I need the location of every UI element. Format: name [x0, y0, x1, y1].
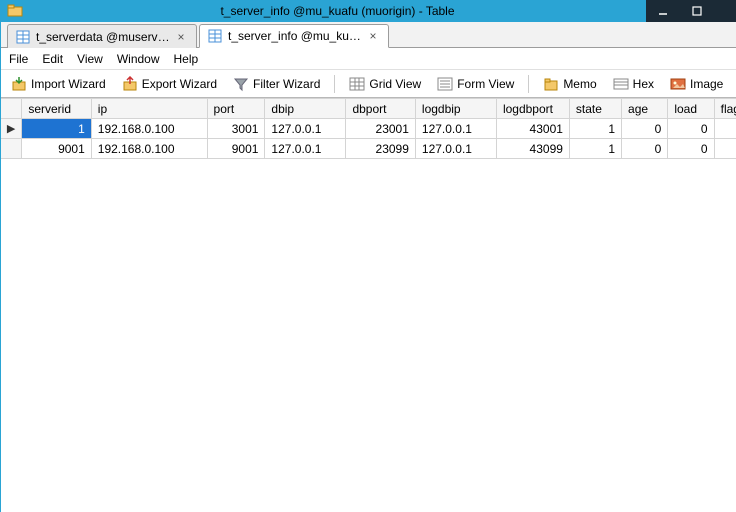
cell-dbport[interactable]: 23099: [346, 139, 415, 159]
col-ip[interactable]: ip: [91, 99, 207, 119]
button-label: Memo: [563, 77, 596, 91]
button-label: Filter Wizard: [253, 77, 320, 91]
import-icon: [11, 76, 27, 92]
cell-ip[interactable]: 192.168.0.100: [91, 119, 207, 139]
menu-edit[interactable]: Edit: [42, 52, 63, 66]
hex-button[interactable]: Hex: [609, 74, 658, 94]
menu-window[interactable]: Window: [117, 52, 160, 66]
cell-logdbip[interactable]: 127.0.0.1: [415, 119, 496, 139]
grid-icon: [349, 76, 365, 92]
tab-label: t_server_info @mu_kuaf…: [228, 29, 362, 43]
button-label: Image: [690, 77, 723, 91]
col-dbport[interactable]: dbport: [346, 99, 415, 119]
tab-close-icon[interactable]: ×: [366, 29, 380, 43]
separator: [528, 75, 529, 93]
cell-logdbport[interactable]: 43001: [496, 119, 569, 139]
menu-help[interactable]: Help: [174, 52, 199, 66]
close-button[interactable]: [714, 0, 736, 22]
cell-logdbport[interactable]: 43099: [496, 139, 569, 159]
table-icon: [16, 30, 30, 44]
tab-strip: t_serverdata @muserve… × t_server_info @…: [1, 22, 736, 48]
cell-flags[interactable]: [714, 139, 736, 159]
separator: [334, 75, 335, 93]
col-port[interactable]: port: [207, 99, 265, 119]
tab-serverinfo[interactable]: t_server_info @mu_kuaf… ×: [199, 24, 389, 48]
window-title: t_server_info @mu_kuafu (muorigin) - Tab…: [29, 4, 646, 18]
table-icon: [208, 29, 222, 43]
cell-dbip[interactable]: 127.0.0.1: [265, 119, 346, 139]
button-label: Grid View: [369, 77, 421, 91]
cell-port[interactable]: 9001: [207, 139, 265, 159]
col-serverid[interactable]: serverid: [22, 99, 91, 119]
cell-ip[interactable]: 192.168.0.100: [91, 139, 207, 159]
export-wizard-button[interactable]: Export Wizard: [118, 74, 221, 94]
table-row[interactable]: ▶ 1 192.168.0.100 3001 127.0.0.1 23001 1…: [1, 119, 736, 139]
app-icon: [7, 4, 23, 18]
button-label: Import Wizard: [31, 77, 106, 91]
col-dbip[interactable]: dbip: [265, 99, 346, 119]
row-handle-header: [1, 99, 22, 119]
cell-dbport[interactable]: 23001: [346, 119, 415, 139]
button-label: Form View: [457, 77, 514, 91]
image-button[interactable]: Image: [666, 74, 727, 94]
data-grid[interactable]: serverid ip port dbip dbport logdbip log…: [1, 98, 736, 159]
cell-dbip[interactable]: 127.0.0.1: [265, 139, 346, 159]
cell-age[interactable]: 0: [622, 119, 668, 139]
import-wizard-button[interactable]: Import Wizard: [7, 74, 110, 94]
cell-state[interactable]: 1: [569, 139, 621, 159]
tab-label: t_serverdata @muserve…: [36, 30, 170, 44]
row-indicator: [1, 139, 22, 159]
filter-wizard-button[interactable]: Filter Wizard: [229, 74, 324, 94]
col-flags[interactable]: flags: [714, 99, 736, 119]
form-view-button[interactable]: Form View: [433, 74, 518, 94]
cell-load[interactable]: 0: [668, 139, 714, 159]
header-row: serverid ip port dbip dbport logdbip log…: [1, 99, 736, 119]
filter-icon: [233, 76, 249, 92]
cell-flags[interactable]: [714, 119, 736, 139]
menu-view[interactable]: View: [77, 52, 103, 66]
cell-load[interactable]: 0: [668, 119, 714, 139]
cell-serverid[interactable]: 1: [22, 119, 91, 139]
tab-serverdata[interactable]: t_serverdata @muserve… ×: [7, 24, 197, 48]
button-label: Export Wizard: [142, 77, 217, 91]
table-row[interactable]: 9001 192.168.0.100 9001 127.0.0.1 23099 …: [1, 139, 736, 159]
window-buttons: [646, 0, 736, 22]
button-label: Hex: [633, 77, 654, 91]
minimize-button[interactable]: [646, 0, 680, 22]
col-age[interactable]: age: [622, 99, 668, 119]
col-logdbport[interactable]: logdbport: [496, 99, 569, 119]
hex-icon: [613, 76, 629, 92]
export-icon: [122, 76, 138, 92]
grid-view-button[interactable]: Grid View: [345, 74, 425, 94]
toolbar: Import Wizard Export Wizard Filter Wizar…: [1, 70, 736, 98]
memo-button[interactable]: Memo: [539, 74, 600, 94]
cell-serverid[interactable]: 9001: [22, 139, 91, 159]
titlebar: t_server_info @mu_kuafu (muorigin) - Tab…: [1, 0, 736, 22]
cell-logdbip[interactable]: 127.0.0.1: [415, 139, 496, 159]
tab-close-icon[interactable]: ×: [174, 30, 188, 44]
image-icon: [670, 76, 686, 92]
cell-age[interactable]: 0: [622, 139, 668, 159]
memo-icon: [543, 76, 559, 92]
col-state[interactable]: state: [569, 99, 621, 119]
row-indicator: ▶: [1, 119, 22, 139]
menu-file[interactable]: File: [9, 52, 28, 66]
cell-port[interactable]: 3001: [207, 119, 265, 139]
maximize-button[interactable]: [680, 0, 714, 22]
col-load[interactable]: load: [668, 99, 714, 119]
col-logdbip[interactable]: logdbip: [415, 99, 496, 119]
menubar: File Edit View Window Help: [1, 48, 736, 70]
form-icon: [437, 76, 453, 92]
cell-state[interactable]: 1: [569, 119, 621, 139]
